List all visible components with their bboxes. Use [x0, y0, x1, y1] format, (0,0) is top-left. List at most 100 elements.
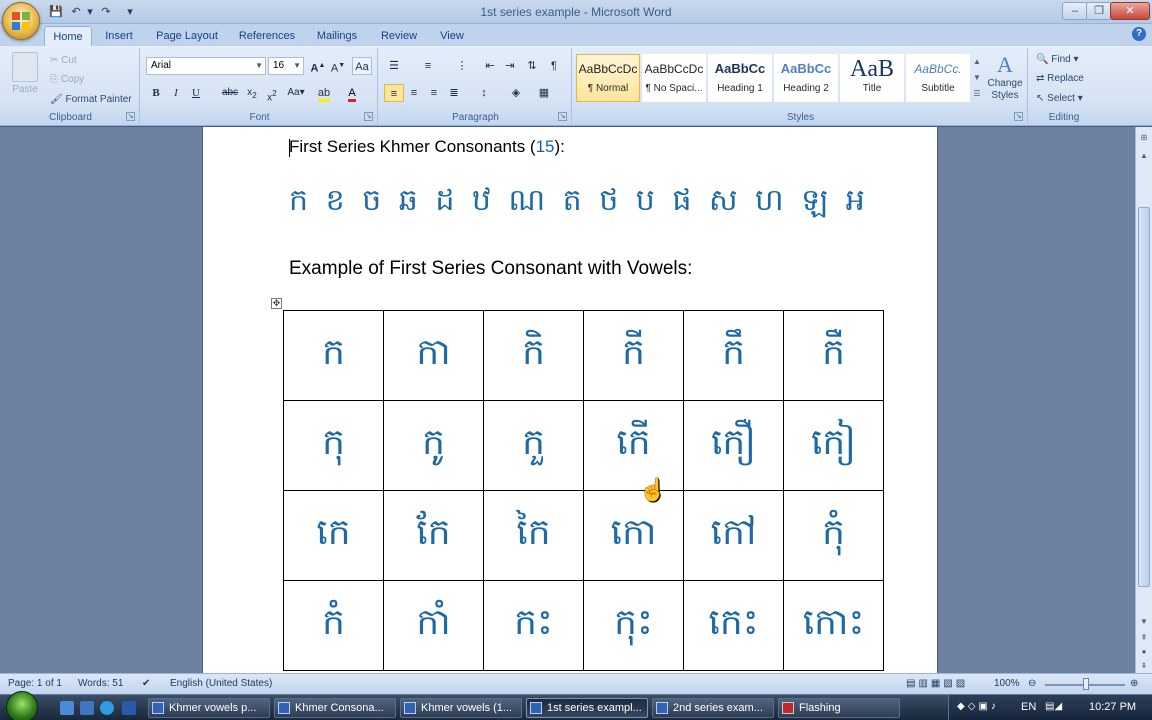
styles-gallery-scroll[interactable]: ▲ ▼ ☰ — [972, 54, 982, 102]
table-cell[interactable]: កឺ — [783, 310, 884, 401]
restore-button[interactable]: ❐ — [1086, 2, 1112, 20]
style-heading-1[interactable]: AaBbCc Heading 1 — [708, 54, 772, 102]
zoom-level[interactable]: 100% — [994, 678, 1020, 689]
taskbar-button[interactable]: Khmer Consona... — [274, 698, 396, 718]
table-cell[interactable]: កិ — [483, 310, 584, 401]
highlight-icon[interactable]: ab — [314, 84, 334, 102]
table-cell[interactable]: កួ — [483, 400, 584, 491]
underline-button[interactable]: U — [186, 84, 206, 102]
language-bar[interactable]: EN — [1021, 701, 1036, 713]
font-launcher-icon[interactable]: ↘ — [364, 112, 373, 121]
taskbar-button[interactable]: Flashing — [778, 698, 900, 718]
scroll-up-icon[interactable]: ▲ — [1137, 149, 1151, 163]
clock[interactable]: 10:27 PM — [1089, 701, 1136, 713]
word-quicklaunch-icon[interactable] — [122, 701, 136, 715]
window-switch-icon[interactable] — [80, 701, 94, 715]
font-name-combo[interactable]: Arial ▼ — [146, 57, 266, 75]
browser-icon[interactable] — [100, 701, 114, 715]
replace-button[interactable]: ⇄ Replace — [1036, 70, 1084, 88]
table-cell[interactable]: កើ — [583, 400, 684, 491]
align-left-icon[interactable]: ≡ — [384, 84, 404, 102]
table-cell[interactable]: កៃ — [483, 490, 584, 581]
show-formatting-icon[interactable]: ¶ — [544, 57, 564, 75]
zoom-slider-knob[interactable] — [1083, 678, 1089, 690]
paragraph-launcher-icon[interactable]: ↘ — [558, 112, 567, 121]
table-move-handle-icon[interactable]: ✥ — [271, 298, 282, 309]
taskbar-button[interactable]: Khmer vowels (1... — [400, 698, 522, 718]
font-color-icon[interactable]: A — [342, 84, 362, 102]
align-center-icon[interactable]: ≡ — [404, 84, 424, 102]
consonant-row[interactable]: ក ខ ច ឆ ដ ឋ ណ ត ថ ប ផ ស ហ ឡ អ — [289, 181, 869, 225]
start-button[interactable] — [6, 691, 38, 720]
help-icon[interactable]: ? — [1132, 27, 1146, 41]
align-right-icon[interactable]: ≡ — [424, 84, 444, 102]
table-cell[interactable]: កះ — [483, 580, 584, 671]
style-subtitle[interactable]: AaBbCc. Subtitle — [906, 54, 970, 102]
sort-icon[interactable]: ⇅ — [522, 57, 542, 75]
zoom-out-icon[interactable]: ⊖ — [1028, 678, 1036, 689]
view-buttons[interactable]: ▤▥▦▧▨ — [906, 678, 968, 689]
clipboard-launcher-icon[interactable]: ↘ — [126, 112, 135, 121]
table-cell[interactable]: កុះ — [583, 580, 684, 671]
find-button[interactable]: 🔍 Find ▾ — [1036, 51, 1079, 69]
increase-indent-icon[interactable]: ⇥ — [500, 57, 520, 75]
table-cell[interactable]: កៅ — [683, 490, 784, 581]
justify-icon[interactable]: ≣ — [444, 84, 464, 102]
table-cell[interactable]: កេ — [283, 490, 384, 581]
ruler-toggle-icon[interactable]: ⊞ — [1137, 131, 1151, 145]
taskbar-button[interactable]: Khmer vowels p... — [148, 698, 270, 718]
cut-button[interactable]: ✂ Cut — [50, 52, 77, 70]
multilevel-list-icon[interactable]: ⋮ — [452, 57, 472, 75]
scroll-thumb[interactable] — [1138, 207, 1150, 587]
style-normal[interactable]: AaBbCcDc ¶ Normal — [576, 54, 640, 102]
format-painter-button[interactable]: 🖌 Format Painter — [50, 91, 132, 109]
vertical-scrollbar[interactable]: ⊞ ▲ ▼ ⇞ ● ⇟ — [1135, 127, 1152, 673]
bullets-icon[interactable]: ☰ — [384, 57, 404, 75]
zoom-in-icon[interactable]: ⊕ — [1130, 678, 1138, 689]
table-cell[interactable]: កែ — [383, 490, 484, 581]
taskbar-button-active[interactable]: 1st series exampl... — [526, 698, 648, 718]
decrease-indent-icon[interactable]: ⇤ — [480, 57, 500, 75]
styles-launcher-icon[interactable]: ↘ — [1014, 112, 1023, 121]
borders-icon[interactable]: ▦ — [534, 84, 554, 102]
table-cell[interactable]: កោ — [583, 490, 684, 581]
italic-button[interactable]: I — [166, 84, 186, 102]
grow-font-button[interactable]: A▲ — [308, 57, 328, 75]
table-cell[interactable]: កា — [383, 310, 484, 401]
previous-page-icon[interactable]: ⇞ — [1137, 631, 1151, 645]
select-button[interactable]: ↖ Select ▾ — [1036, 90, 1083, 108]
numbering-icon[interactable]: ≡ — [418, 57, 438, 75]
page-count[interactable]: Page: 1 of 1 — [8, 678, 62, 689]
scroll-down-icon[interactable]: ▼ — [1137, 615, 1151, 629]
style-heading-2[interactable]: AaBbCc Heading 2 — [774, 54, 838, 102]
table-cell[interactable]: កឹ — [683, 310, 784, 401]
tab-home[interactable]: Home — [44, 26, 92, 46]
table-cell[interactable]: កី — [583, 310, 684, 401]
style-no-spacing[interactable]: AaBbCcDc ¶ No Spaci... — [642, 54, 706, 102]
tab-view[interactable]: View — [436, 26, 468, 46]
heading-first-series[interactable]: First Series Khmer Consonants (15): — [289, 137, 565, 157]
change-styles-button[interactable]: A Change Styles — [984, 52, 1026, 108]
language-indicator[interactable]: English (United States) — [170, 678, 272, 689]
strikethrough-button[interactable]: abc — [220, 84, 240, 102]
table-cell[interactable]: កាំ — [383, 580, 484, 671]
tab-review[interactable]: Review — [376, 26, 422, 46]
browse-object-icon[interactable]: ● — [1137, 645, 1151, 659]
change-case-button[interactable]: Aa▾ — [286, 84, 306, 102]
tray-network-icon[interactable]: ▤◢ — [1045, 701, 1062, 712]
table-cell[interactable]: កេះ — [683, 580, 784, 671]
next-page-icon[interactable]: ⇟ — [1137, 659, 1151, 673]
paste-button[interactable]: Paste — [8, 52, 42, 104]
close-button[interactable]: ✕ — [1110, 2, 1150, 20]
heading-vowel-examples[interactable]: Example of First Series Consonant with V… — [289, 258, 692, 280]
minimize-button[interactable]: – — [1062, 2, 1088, 20]
table-cell[interactable]: កំ — [283, 580, 384, 671]
tab-page-layout[interactable]: Page Layout — [152, 26, 222, 46]
copy-button[interactable]: ⎘ Copy — [50, 71, 84, 89]
show-desktop-icon[interactable] — [60, 701, 74, 715]
table-cell[interactable]: ក — [283, 310, 384, 401]
document-page[interactable]: First Series Khmer Consonants (15): ក ខ … — [202, 127, 938, 673]
table-cell[interactable]: កៀ — [783, 400, 884, 491]
shrink-font-button[interactable]: A▼ — [328, 57, 348, 75]
line-spacing-icon[interactable]: ↕ — [474, 84, 494, 102]
